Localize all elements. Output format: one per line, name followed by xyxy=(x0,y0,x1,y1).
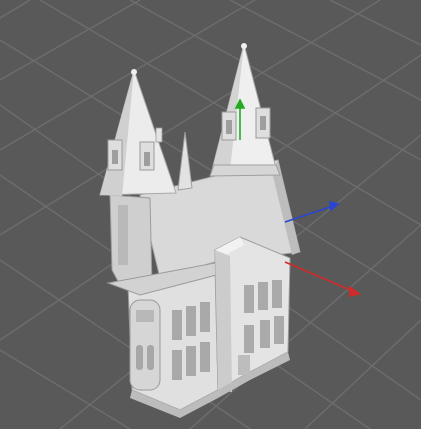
bay-window-2 xyxy=(147,345,154,370)
bay-window-3 xyxy=(136,310,154,322)
left-tower-body xyxy=(109,194,153,286)
gable-door xyxy=(238,355,250,375)
facade-window-5 xyxy=(186,346,196,376)
left-dormer-window-2 xyxy=(144,152,150,166)
3d-viewport[interactable] xyxy=(0,0,421,429)
gable-window-6 xyxy=(274,316,284,344)
gable-window-2 xyxy=(258,282,268,310)
right-tower-ring xyxy=(209,164,281,177)
facade-window-2 xyxy=(186,306,196,336)
left-pinnacle xyxy=(155,127,163,143)
gable-window-3 xyxy=(272,280,282,308)
facade-window-6 xyxy=(200,342,210,372)
right-spire-finial xyxy=(241,43,247,49)
left-spire-finial xyxy=(131,69,137,75)
facade-window-1 xyxy=(172,310,182,340)
facade-window-4 xyxy=(172,350,182,380)
left-dormer-window-1 xyxy=(112,150,118,164)
gable-window-4 xyxy=(244,325,254,353)
facade-window-3 xyxy=(200,302,210,332)
right-dormer-window-2 xyxy=(260,116,266,130)
gable-window-1 xyxy=(244,285,254,313)
viewport-canvas[interactable] xyxy=(0,0,421,429)
right-dormer-window-1 xyxy=(226,120,232,134)
gable-window-5 xyxy=(260,320,270,348)
left-tower-shadow xyxy=(118,205,128,265)
bay-window-1 xyxy=(136,345,143,370)
